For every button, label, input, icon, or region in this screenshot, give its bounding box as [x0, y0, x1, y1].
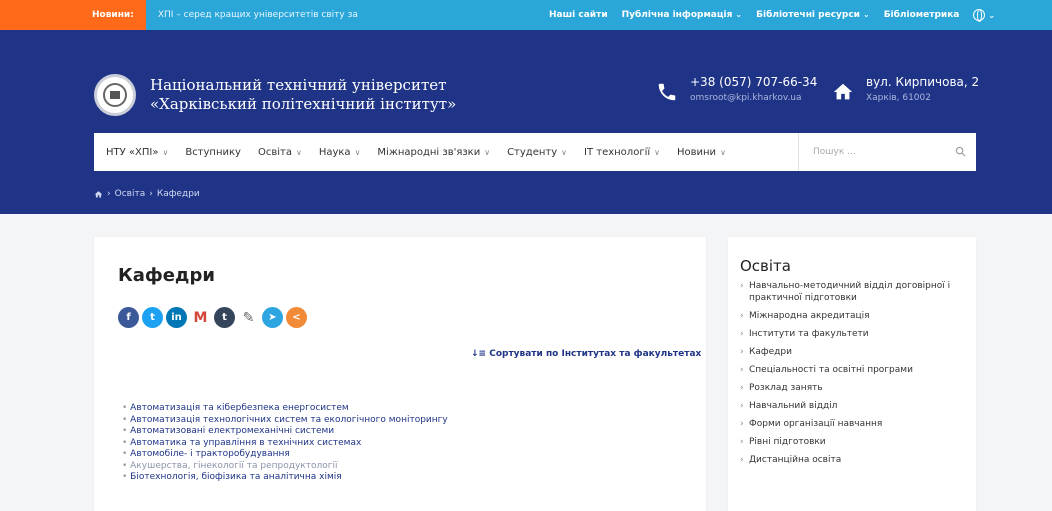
- top-link-label: Бібліотечні ресурси: [756, 10, 860, 20]
- news-ticker[interactable]: ХПІ – серед кращих університетів світу з…: [146, 10, 526, 20]
- university-logo[interactable]: [94, 74, 136, 116]
- nav-item-label: Міжнародні зв'язки: [377, 146, 481, 158]
- sort-label: Сортувати по Інститутах та факультетах: [489, 349, 702, 359]
- chevron-down-icon: ∨: [720, 147, 726, 157]
- sidebar-item[interactable]: Дистанційна освіта: [740, 454, 970, 466]
- sidebar-item[interactable]: Форми організації навчання: [740, 418, 970, 430]
- breadcrumb-item-osvita[interactable]: Освіта: [115, 189, 146, 199]
- sidebar-item[interactable]: Міжнародна акредитація: [740, 310, 970, 322]
- nav-item-label: Новини: [676, 146, 717, 158]
- chevron-down-icon: ⌄: [735, 10, 743, 19]
- main-nav: НТУ «ХПІ» ∨ Вступнику Освіта ∨ Наука ∨ Міжнарод…: [94, 133, 976, 171]
- share-icon[interactable]: <: [286, 307, 307, 328]
- sort-icon: ↓≡: [471, 349, 490, 359]
- search-placeholder: Пошук ...: [813, 147, 856, 157]
- chevron-down-icon: ⌄: [862, 10, 870, 19]
- top-links: Наші сайти Публічна інформація ⌄ Бібліотечн…: [549, 0, 995, 30]
- main-content: Кафедри f t in Mt ✎ ➤ < ↓≡ Сортувати по Інстит…: [94, 237, 706, 511]
- breadcrumb-separator: ›: [149, 189, 153, 199]
- top-link-3[interactable]: Бібліометрика: [884, 10, 960, 20]
- sort-link[interactable]: ↓≡ Сортувати по Інститутах та факультета…: [471, 349, 701, 359]
- nav-item-label: Вступнику: [185, 146, 241, 158]
- twitter-icon[interactable]: t: [142, 307, 163, 328]
- city-address: Харків, 61002: [866, 93, 931, 103]
- sidebar-title: Освіта: [740, 257, 791, 275]
- sidebar-item[interactable]: Розклад занять: [740, 382, 970, 394]
- breadcrumb-separator: ›: [107, 189, 111, 199]
- university-name[interactable]: Національний технічний університет «Харк…: [150, 76, 456, 114]
- nav-item-2[interactable]: Освіта ∨: [258, 147, 302, 158]
- chevron-down-icon: ∨: [561, 147, 568, 157]
- nav-item-3[interactable]: Наука ∨: [319, 147, 361, 158]
- sidebar-item[interactable]: Інститути та факультети: [740, 328, 970, 340]
- department-link[interactable]: Автоматизація та кібербезпека енергосист…: [122, 403, 448, 415]
- department-link[interactable]: Автоматизація технологічних систем та ек…: [122, 415, 448, 427]
- top-link-1[interactable]: Публічна інформація ⌄: [622, 10, 743, 20]
- gmail-icon[interactable]: M: [190, 307, 211, 328]
- top-link-label: Публічна інформація: [621, 10, 733, 20]
- department-link[interactable]: Акушерства, гінекології та репродуктолог…: [122, 461, 448, 473]
- sidebar-item[interactable]: Кафедри: [740, 346, 970, 358]
- search-icon[interactable]: [955, 146, 966, 157]
- site-header: Національний технічний університет «Харк…: [0, 30, 1052, 214]
- sidebar-item[interactable]: Навчальний відділ: [740, 400, 970, 412]
- top-link-0[interactable]: Наші сайти: [549, 10, 608, 20]
- nav-item-label: Освіта: [257, 146, 292, 158]
- email-address[interactable]: omsroot@kpi.kharkov.ua: [690, 93, 802, 103]
- facebook-icon[interactable]: f: [118, 307, 139, 328]
- page-title: Кафедри: [118, 265, 215, 286]
- nav-item-label: НТУ «ХПІ»: [106, 146, 159, 158]
- telegram-icon[interactable]: ➤: [262, 307, 283, 328]
- news-label: Новини:: [0, 0, 146, 30]
- breadcrumb-item-kafedry: Кафедри: [156, 189, 200, 199]
- breadcrumb: › Освіта › Кафедри: [94, 189, 200, 199]
- home-icon[interactable]: [94, 190, 103, 199]
- department-link[interactable]: Автоматика та управління в технічних сис…: [122, 438, 448, 450]
- sidebar: Освіта Навчально-методичний відділ догов…: [728, 237, 976, 511]
- university-name-line2: «Харківський політехнічний інститут»: [150, 95, 457, 113]
- department-link[interactable]: Автомобіле- і тракторобудування: [122, 449, 448, 461]
- share-bar: f t in Mt ✎ ➤ <: [118, 307, 307, 328]
- chevron-down-icon: ∨: [654, 147, 660, 157]
- tumblr-icon[interactable]: t: [214, 307, 235, 328]
- chevron-down-icon: ∨: [484, 147, 491, 157]
- department-link[interactable]: Біотехнологія, біофізика та аналітична х…: [122, 472, 448, 484]
- phone-icon: [658, 83, 676, 101]
- chevron-down-icon: ∨: [354, 147, 361, 157]
- search-input[interactable]: Пошук ...: [798, 133, 976, 171]
- phone-number[interactable]: +38 (057) 707-66-34: [690, 75, 817, 89]
- home-icon: [833, 83, 853, 100]
- nav-item-1[interactable]: Вступнику: [185, 147, 241, 158]
- top-link-2[interactable]: Бібліотечні ресурси ⌄: [756, 10, 870, 20]
- nav-item-6[interactable]: ІТ технології ∨: [584, 147, 660, 158]
- chevron-down-icon: ∨: [162, 147, 169, 157]
- department-list: Автоматизація та кібербезпека енергосист…: [122, 403, 448, 484]
- university-name-line1: Національний технічний університет: [150, 76, 447, 94]
- nav-item-0[interactable]: НТУ «ХПІ» ∨: [106, 147, 168, 158]
- edit-icon[interactable]: ✎: [238, 307, 259, 328]
- top-bar: Новини: ХПІ – серед кращих університетів…: [0, 0, 1052, 30]
- sidebar-item[interactable]: Навчально-методичний відділ договірної і…: [740, 280, 970, 304]
- nav-item-7[interactable]: Новини ∨: [677, 147, 726, 158]
- sidebar-item[interactable]: Спеціальності та освітні програми: [740, 364, 970, 376]
- globe-icon[interactable]: ⌄: [973, 9, 995, 22]
- chevron-down-icon: ∨: [295, 147, 302, 157]
- street-address: вул. Кирпичова, 2: [866, 75, 980, 89]
- nav-item-label: Студенту: [507, 146, 558, 158]
- top-link-label: Наші сайти: [549, 10, 608, 20]
- linkedin-icon[interactable]: in: [166, 307, 187, 328]
- sidebar-item[interactable]: Рівні підготовки: [740, 436, 970, 448]
- nav-item-4[interactable]: Міжнародні зв'язки ∨: [377, 147, 490, 158]
- sidebar-menu: Навчально-методичний відділ договірної і…: [740, 280, 970, 472]
- nav-item-label: Наука: [318, 146, 351, 158]
- nav-item-5[interactable]: Студенту ∨: [507, 147, 567, 158]
- department-link[interactable]: Автоматизовані електромеханічні системи: [122, 426, 448, 438]
- top-link-label: Бібліометрика: [883, 10, 960, 20]
- nav-item-label: ІТ технології: [584, 146, 651, 158]
